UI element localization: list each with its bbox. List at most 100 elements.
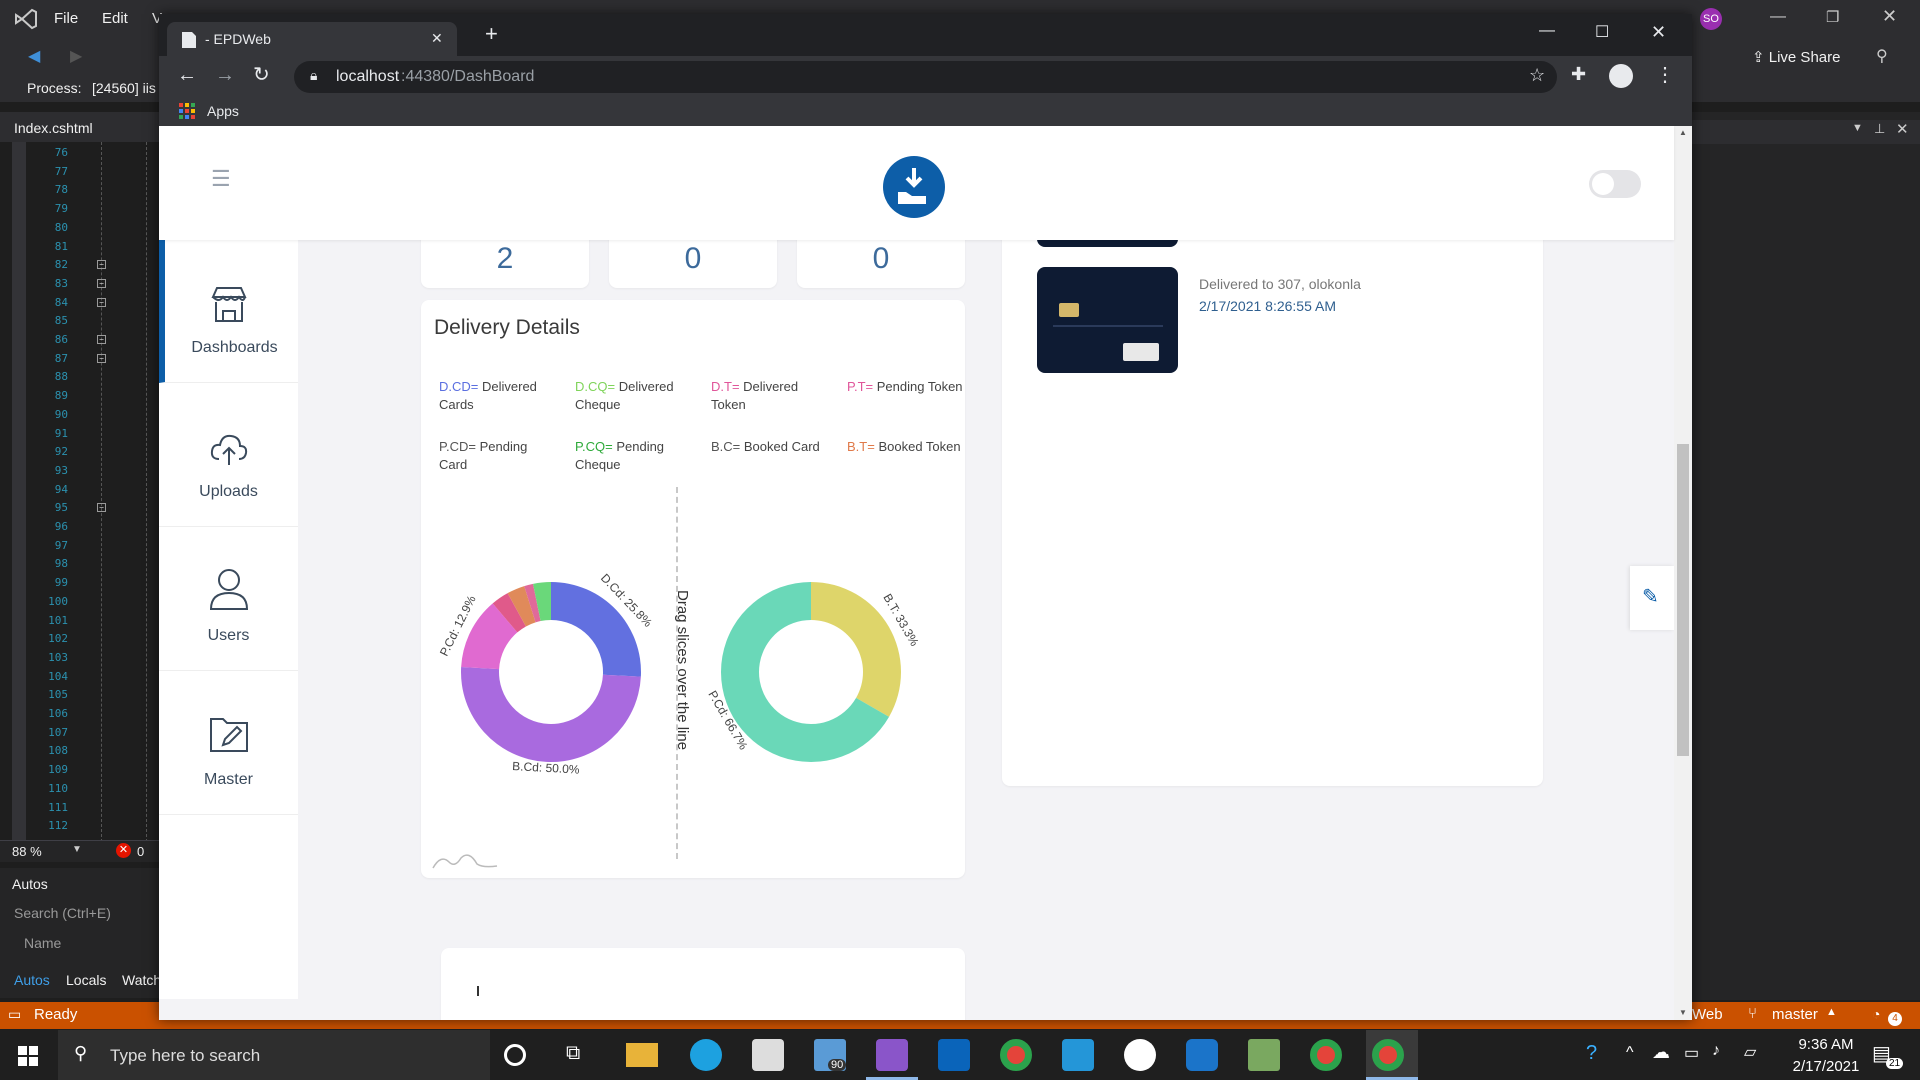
vs-menu-file[interactable]: File [54,10,78,27]
chrome-icon[interactable] [1310,1039,1342,1071]
feedback-icon[interactable]: ⚲ [1876,46,1888,66]
clock-date[interactable]: 2/17/2021 [1782,1058,1870,1075]
address-bar[interactable]: 🔒︎ localhost :44380/DashBoard ☆ [294,61,1557,93]
fold-toggle[interactable]: − [97,260,106,269]
back-icon[interactable]: ← [177,64,197,87]
sidebar-item-users[interactable]: Users [159,527,298,671]
outlook-icon[interactable] [938,1039,970,1071]
process-value[interactable]: [24560] iis [92,80,156,96]
onedrive-icon[interactable]: ☁ [1652,1042,1670,1063]
notification-badge: 4 [1888,1012,1902,1026]
theme-toggle[interactable] [1589,170,1641,198]
error-icon[interactable]: ✕ [116,843,131,858]
sidebar-item-uploads[interactable]: Uploads [159,383,298,527]
fold-toggle[interactable]: − [97,335,106,344]
chrome-icon[interactable] [1372,1039,1404,1071]
reload-icon[interactable]: ↻ [253,62,270,87]
scroll-thumb[interactable] [1677,444,1689,756]
sidebar-item-master[interactable]: Master [159,671,298,815]
process-label: Process: [27,80,82,96]
fold-toggle[interactable]: − [97,298,106,307]
cortana-icon[interactable] [504,1044,526,1066]
fold-toggle[interactable]: − [97,279,106,288]
code-editor[interactable]: 76 77 78 79 80 81 82 83 84 85 86 87 88 89 90 91 92 93 94 95… [0,142,160,842]
watch-tab[interactable]: Watch [122,972,161,988]
menu-toggle-icon[interactable]: ☰ [211,166,231,192]
sidebar-item-dashboards[interactable]: Dashboards [159,239,298,383]
line-number: 103 [48,650,68,664]
lock-icon[interactable]: 🔒︎ [310,67,317,84]
locals-tab[interactable]: Locals [66,972,106,988]
word-app-icon[interactable] [1124,1039,1156,1071]
forward-icon[interactable]: ▶ [70,46,82,66]
autos-tab[interactable]: Autos [14,972,50,988]
pending-donut-chart[interactable]: B.T: 33.3%P.Cd: 66.7% [683,500,961,840]
file-explorer-icon[interactable] [626,1043,658,1067]
line-number: 111 [48,800,68,814]
branch-up-icon[interactable]: ▲ [1826,1006,1837,1018]
live-share-button[interactable]: ⇪ Live Share [1752,48,1840,66]
visual-studio-icon[interactable] [876,1039,908,1071]
donut-slice[interactable] [461,667,641,762]
bookmark-star-icon[interactable]: ☆ [1529,65,1545,86]
delivery-donut-chart[interactable]: D.Cd: 25.8%B.Cd: 50.0%P.Cd: 12.9% [421,500,675,840]
vs-menu-edit[interactable]: Edit [102,10,128,27]
edge-icon[interactable] [690,1039,722,1071]
zoom-dropdown-icon[interactable]: ▼ [72,844,82,855]
restore-icon[interactable]: ❐ [1826,8,1839,26]
vscode-icon[interactable] [1062,1039,1094,1071]
apps-grid-icon[interactable] [179,103,195,119]
minimize-icon[interactable]: — [1539,22,1555,40]
windows-start-icon[interactable] [18,1046,38,1066]
indent-guide [146,142,147,842]
chrome-icon[interactable] [1000,1039,1032,1071]
task-view-icon[interactable]: ⧉ [566,1042,580,1065]
app-logo[interactable] [883,156,945,218]
back-icon[interactable]: ◀ [28,46,40,66]
tab-close-icon[interactable]: ✕ [431,30,443,47]
tray-chevron-icon[interactable]: ^ [1626,1044,1634,1062]
line-number: 85 [54,314,68,328]
customizer-button[interactable]: ✎ [1630,566,1674,630]
line-number: 109 [48,763,68,777]
close-icon[interactable]: ✕ [1651,22,1666,43]
panel-dropdown-icon[interactable]: ▼ [1852,122,1863,134]
activity-text: Delivered to 307, olokonla [1199,276,1361,292]
panel-close-icon[interactable]: ✕ [1896,120,1909,138]
extensions-icon[interactable]: ✚ [1571,64,1586,85]
autos-search-input[interactable]: Search (Ctrl+E) [14,905,111,921]
line-number: 79 [54,202,68,216]
fold-toggle[interactable]: − [97,354,106,363]
user-avatar[interactable]: SO [1700,8,1722,30]
new-tab-icon[interactable]: + [485,23,498,45]
profile-icon[interactable] [1609,64,1633,88]
scroll-down-icon[interactable]: ▼ [1679,1008,1687,1017]
forward-icon[interactable]: → [215,64,235,87]
repo-name[interactable]: Web [1692,1006,1723,1023]
editor-tab-index[interactable]: Index.cshtml [14,120,93,136]
scroll-up-icon[interactable]: ▲ [1679,128,1687,137]
maximize-icon[interactable]: ☐ [1595,22,1609,42]
network-icon[interactable]: ▱ [1744,1042,1756,1062]
volume-icon[interactable]: ♪ [1712,1042,1720,1060]
more-menu-icon[interactable]: ⋮ [1655,62,1675,87]
notification-icon[interactable]: ◔ [1872,1006,1880,1022]
close-icon[interactable]: ✕ [1882,6,1897,27]
zoom-level[interactable]: 88 % [12,844,42,859]
store-icon[interactable] [752,1039,784,1071]
mail-icon[interactable]: 90 [814,1039,847,1071]
minimize-icon[interactable]: — [1770,8,1786,26]
help-icon[interactable]: ? [1586,1042,1597,1065]
line-number: 110 [48,781,68,795]
page-scrollbar[interactable]: ▲ ▼ [1674,126,1692,1020]
clock-time[interactable]: 9:36 AM [1786,1036,1866,1053]
battery-icon[interactable]: ▭ [1684,1043,1699,1063]
bookmark-apps[interactable]: Apps [207,103,239,119]
browser-tab[interactable]: - EPDWeb ✕ [167,22,457,56]
taskbar-search[interactable]: ⚲ Type here to search [58,1030,490,1080]
app-icon[interactable] [1248,1039,1280,1071]
fold-toggle[interactable]: − [97,503,106,512]
teamviewer-icon[interactable] [1186,1039,1218,1071]
branch-name[interactable]: master [1772,1006,1818,1023]
pin-icon[interactable]: ⊥ [1874,121,1885,137]
